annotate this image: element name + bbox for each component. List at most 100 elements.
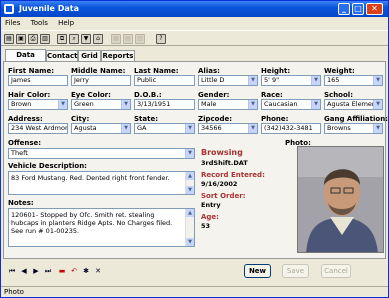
help-icon[interactable]: ?	[156, 34, 166, 44]
close-file-icon[interactable]: ▥	[40, 34, 50, 44]
minimize-icon[interactable]: _	[338, 3, 350, 15]
hair-color-value: Brown	[11, 100, 32, 108]
gang-label: Gang Affiliation:	[324, 115, 388, 123]
undo-icon[interactable]: ↶	[69, 266, 79, 276]
chevron-down-icon[interactable]: ▼	[121, 124, 130, 133]
scroll-down-icon[interactable]: ▼	[186, 186, 194, 194]
weight-select[interactable]: 165 ▼	[324, 75, 383, 86]
alias-label: Alias:	[198, 67, 220, 75]
previous-record-icon[interactable]: ◀	[19, 266, 29, 276]
chevron-down-icon[interactable]: ▼	[248, 76, 257, 85]
home-icon[interactable]: ⌂	[93, 34, 103, 44]
scroll-up-icon[interactable]: ▲	[186, 172, 194, 180]
gang-select[interactable]: Browns ▼	[324, 123, 383, 134]
last-name-field[interactable]: Public	[134, 75, 195, 86]
zipcode-select[interactable]: 34566 ▼	[198, 123, 258, 134]
scroll-up-icon[interactable]: ▲	[186, 209, 194, 217]
hair-color-select[interactable]: Brown ▼	[8, 99, 68, 110]
first-record-icon[interactable]: ⏮	[7, 266, 17, 276]
copy-icon[interactable]: ⧉	[57, 34, 67, 44]
eye-color-label: Eye Color:	[71, 91, 111, 99]
notes-scrollbar[interactable]: ▲ ▼	[185, 209, 194, 246]
refresh-icon[interactable]: ✕	[93, 266, 103, 276]
edit-icon[interactable]: ✱	[81, 266, 91, 276]
race-select[interactable]: Caucasian ▼	[261, 99, 321, 110]
middle-name-field[interactable]: Jerry	[71, 75, 131, 86]
subject-photo[interactable]	[297, 146, 384, 253]
chevron-down-icon[interactable]: ▼	[58, 100, 67, 109]
eye-color-select[interactable]: Green ▼	[71, 99, 131, 110]
grid-icon[interactable]: ▦	[111, 34, 121, 44]
chevron-down-icon[interactable]: ▼	[373, 76, 382, 85]
chevron-down-icon[interactable]: ▼	[311, 100, 320, 109]
tab-reports[interactable]: Reports	[101, 50, 135, 61]
notes-textarea[interactable]: 120601- Stopped by Ofc. Smith ret. steal…	[8, 208, 195, 247]
print-icon[interactable]: ⎙	[28, 34, 38, 44]
alias-value: Little D	[201, 76, 225, 84]
state-select[interactable]: GA ▼	[134, 123, 195, 134]
mode-text: Browsing	[201, 148, 243, 157]
report-icon[interactable]: ▤	[123, 34, 133, 44]
tab-grid[interactable]: Grid	[78, 50, 101, 61]
weight-label: Weight:	[324, 67, 355, 75]
gang-value: Browns	[327, 124, 351, 132]
offense-select[interactable]: Theft ▼	[8, 148, 195, 159]
menu-help[interactable]: Help	[54, 17, 78, 29]
gender-select[interactable]: Male ▼	[198, 99, 258, 110]
sort-order-label: Sort Order:	[201, 192, 246, 200]
app-icon	[4, 4, 14, 14]
status-text: Photo	[4, 288, 24, 296]
tab-contact[interactable]: Contact	[46, 50, 78, 61]
chevron-down-icon[interactable]: ▼	[373, 124, 382, 133]
menu-files[interactable]: Files	[1, 17, 24, 29]
file-name: 3rdShift.DAT	[201, 159, 248, 167]
offense-label: Offense:	[8, 139, 42, 147]
maximize-icon[interactable]: □	[352, 3, 364, 15]
save-icon[interactable]: ▣	[16, 34, 26, 44]
phone-field[interactable]: (342)432-3481	[261, 123, 321, 134]
dob-field[interactable]: 3/13/1951	[134, 99, 195, 110]
chevron-down-icon[interactable]: ▼	[248, 124, 257, 133]
chevron-down-icon[interactable]: ▼	[373, 100, 382, 109]
menu-tools[interactable]: Tools	[27, 17, 52, 29]
last-record-icon[interactable]: ⏭	[43, 266, 53, 276]
chevron-down-icon[interactable]: ▼	[185, 124, 194, 133]
address-field[interactable]: 234 West Ardmore	[8, 123, 68, 134]
vehicle-scrollbar[interactable]: ▲ ▼	[185, 172, 194, 194]
chevron-down-icon[interactable]: ▼	[248, 100, 257, 109]
age-value: 53	[201, 222, 211, 230]
next-record-icon[interactable]: ▶	[31, 266, 41, 276]
filter-icon[interactable]: ▼	[81, 34, 91, 44]
race-label: Race:	[261, 91, 283, 99]
dob-label: D.O.B.:	[134, 91, 162, 99]
height-label: Height:	[261, 67, 291, 75]
open-icon[interactable]: ▤	[4, 34, 14, 44]
age-label: Age:	[201, 213, 219, 221]
zipcode-value: 34566	[201, 124, 222, 132]
height-select[interactable]: 5' 9" ▼	[261, 75, 321, 86]
save-button[interactable]: Save	[282, 264, 309, 278]
chevron-down-icon[interactable]: ▼	[311, 76, 320, 85]
school-label: School:	[324, 91, 353, 99]
cancel-button[interactable]: Cancel	[321, 264, 351, 278]
new-button[interactable]: New	[244, 264, 271, 278]
tab-data-entry[interactable]: Data Entry	[5, 49, 46, 69]
height-value: 5' 9"	[264, 76, 280, 84]
gender-label: Gender:	[198, 91, 230, 99]
vehicle-textarea[interactable]: 83 Ford Mustang. Red. Dented right front…	[8, 171, 195, 195]
middle-name-label: Middle Name:	[71, 67, 126, 75]
chart-icon[interactable]: ▥	[135, 34, 145, 44]
school-select[interactable]: Agusta Elementa ▼	[324, 99, 383, 110]
alias-select[interactable]: Little D ▼	[198, 75, 258, 86]
vehicle-label: Vehicle Description:	[8, 162, 87, 170]
scroll-down-icon[interactable]: ▼	[186, 238, 194, 246]
chevron-down-icon[interactable]: ▼	[185, 149, 194, 158]
title-bar: Juvenile Data _ □ ✕	[1, 1, 388, 17]
first-name-field[interactable]: James	[8, 75, 68, 86]
find-icon[interactable]: ⌕	[69, 34, 79, 44]
city-select[interactable]: Agusta ▼	[71, 123, 131, 134]
chevron-down-icon[interactable]: ▼	[121, 100, 130, 109]
close-icon[interactable]: ✕	[366, 3, 383, 15]
race-value: Caucasian	[264, 100, 298, 108]
delete-record-icon[interactable]: ▬	[57, 266, 67, 276]
